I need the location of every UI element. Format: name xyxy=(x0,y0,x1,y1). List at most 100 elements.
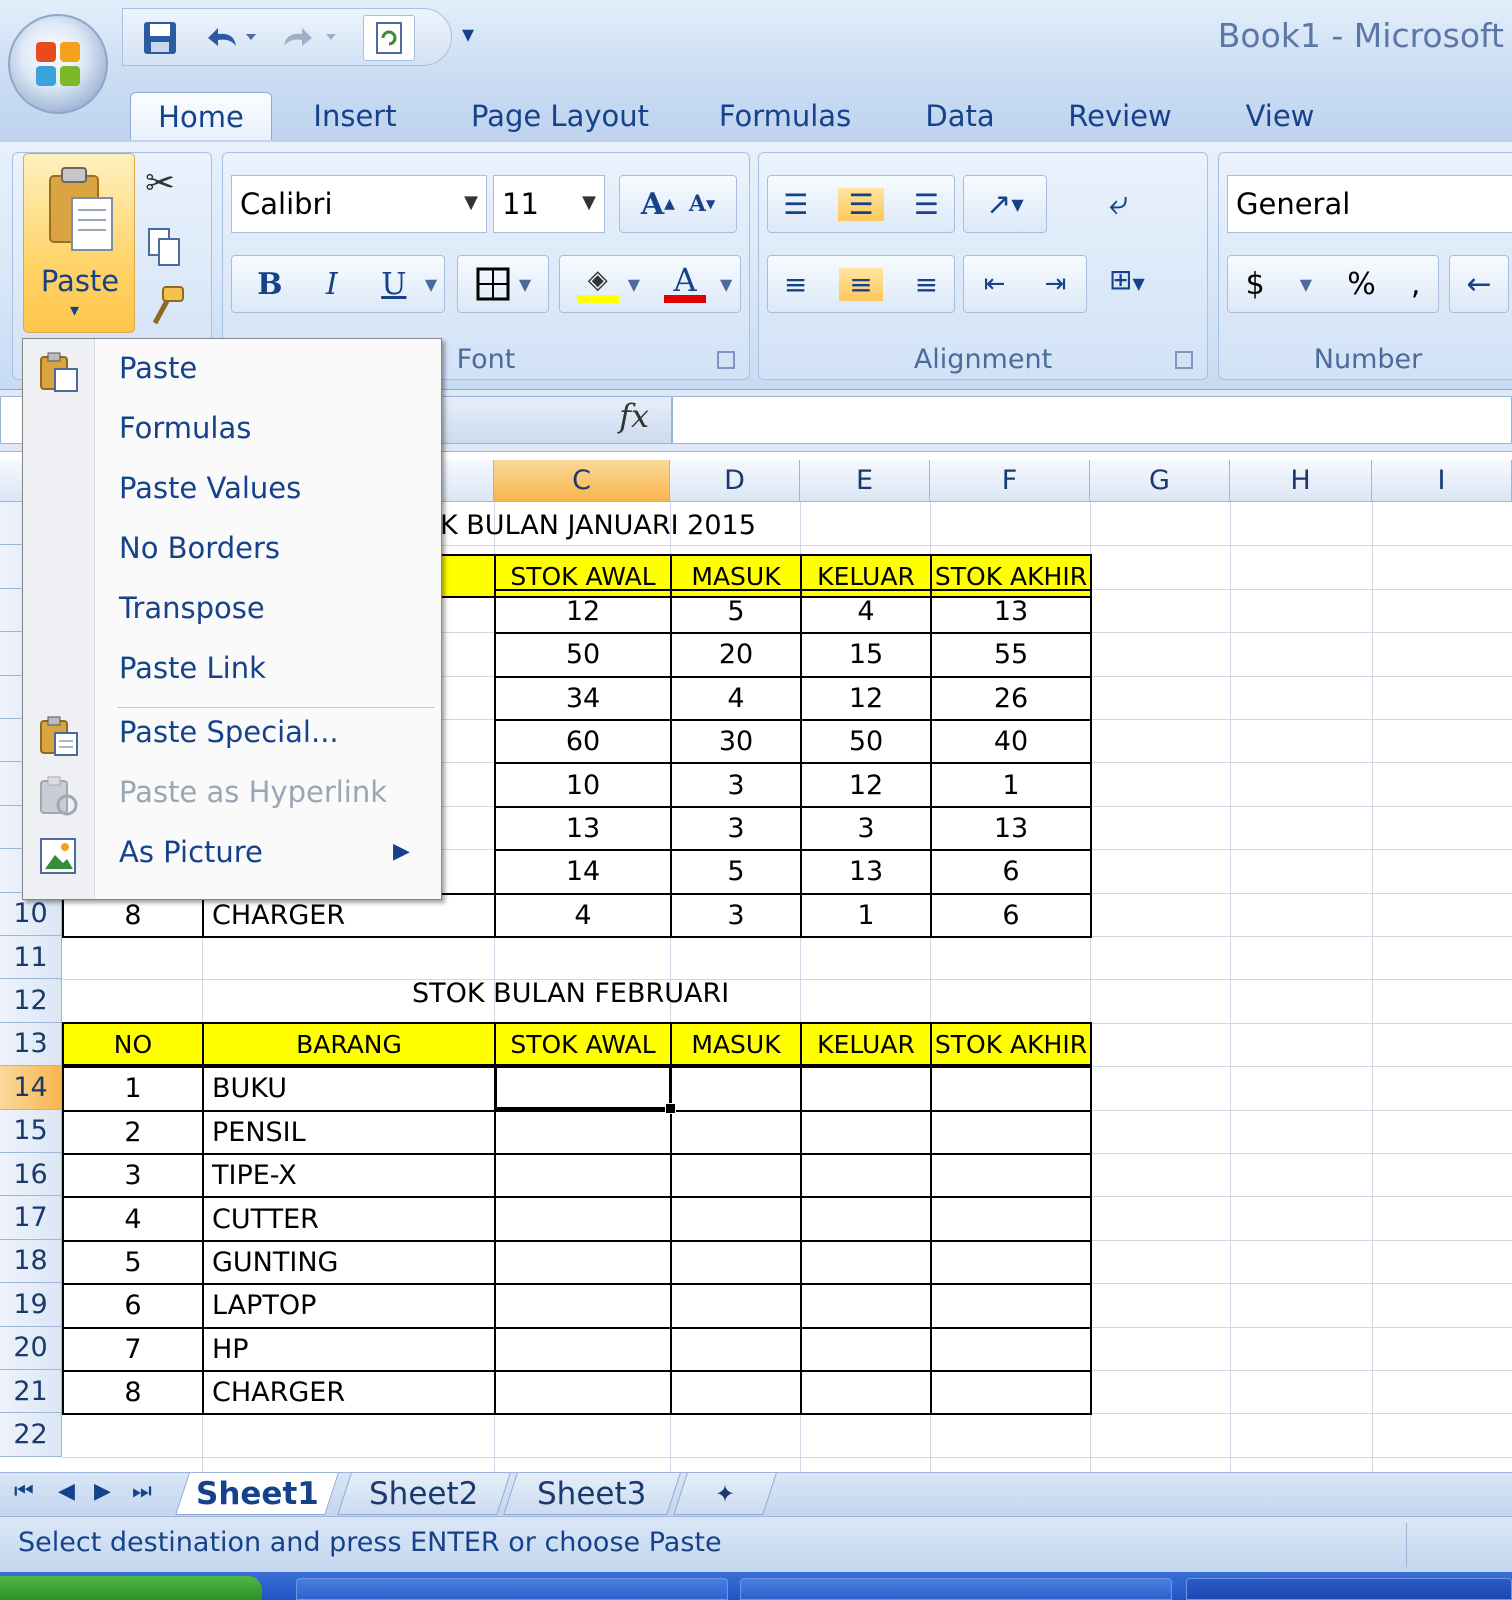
orientation-button[interactable]: ↗ ▼ xyxy=(963,175,1047,233)
last-sheet-icon[interactable]: ⏭ xyxy=(132,1479,152,1504)
paste-button[interactable]: Paste ▾ xyxy=(23,153,135,333)
table1-cell[interactable]: 15 xyxy=(800,632,932,678)
italic-button[interactable]: I xyxy=(301,267,363,302)
undo-icon[interactable] xyxy=(195,15,265,61)
sheet-tab-sheet2[interactable]: Sheet2 xyxy=(337,1473,511,1515)
taskbar-item[interactable] xyxy=(1186,1578,1512,1600)
font-size-combo[interactable]: 11 ▼ xyxy=(493,175,605,233)
refresh-icon[interactable] xyxy=(363,15,415,61)
comma-button[interactable]: , xyxy=(1411,267,1421,302)
table2-cell[interactable] xyxy=(670,1196,802,1242)
sheet-tab-sheet1[interactable]: Sheet1 xyxy=(175,1473,339,1515)
table2-cell[interactable] xyxy=(800,1153,932,1199)
row-header[interactable]: 12 xyxy=(0,979,62,1023)
tab-insert[interactable]: Insert xyxy=(300,92,410,140)
tab-data[interactable]: Data xyxy=(910,92,1010,140)
alignment-dialog-launcher-icon[interactable] xyxy=(1175,351,1193,369)
table2-cell[interactable] xyxy=(930,1153,1092,1199)
table1-cell[interactable]: 30 xyxy=(670,719,802,765)
column-header-h[interactable]: H xyxy=(1230,460,1372,502)
table1-cell[interactable]: 50 xyxy=(494,632,672,678)
table2-cell[interactable]: LAPTOP xyxy=(202,1283,496,1329)
row-header[interactable]: 16 xyxy=(0,1153,62,1197)
column-header-i[interactable]: I xyxy=(1372,460,1512,502)
table2-cell[interactable]: BUKU xyxy=(202,1066,496,1112)
customize-qat-icon[interactable]: ▾ xyxy=(462,20,474,48)
sheet-tab-sheet3[interactable]: Sheet3 xyxy=(503,1473,681,1515)
table1-cell[interactable]: 4 xyxy=(800,588,932,635)
table1-cell[interactable]: 5 xyxy=(670,588,802,635)
table2-cell[interactable] xyxy=(494,1370,672,1416)
table1-cell[interactable]: 3 xyxy=(670,762,802,808)
row-header[interactable]: 19 xyxy=(0,1283,62,1327)
table1-cell[interactable]: 13 xyxy=(800,849,932,895)
table2-cell[interactable] xyxy=(930,1283,1092,1329)
table2-cell[interactable]: GUNTING xyxy=(202,1239,496,1286)
row-header[interactable]: 11 xyxy=(0,936,62,980)
table2-cell[interactable] xyxy=(930,1326,1092,1372)
table1-cell[interactable]: 14 xyxy=(494,849,672,895)
table2-cell[interactable]: TIPE-X xyxy=(202,1153,496,1199)
table2-cell[interactable] xyxy=(800,1196,932,1242)
table1-cell[interactable]: 6 xyxy=(930,849,1092,895)
table2-cell[interactable]: HP xyxy=(202,1326,496,1372)
grow-shrink-font-buttons[interactable]: A ▲ A ▼ xyxy=(619,175,737,233)
row-header[interactable]: 13 xyxy=(0,1022,62,1067)
bold-button[interactable]: B xyxy=(239,267,301,302)
table2-cell[interactable] xyxy=(930,1370,1092,1416)
active-cell-selection[interactable] xyxy=(494,1064,676,1114)
table1-cell[interactable]: 12 xyxy=(800,762,932,808)
menu-item-paste-link[interactable]: Paste Link xyxy=(119,651,266,685)
table2-cell[interactable] xyxy=(670,1283,802,1329)
currency-button[interactable]: $ xyxy=(1246,267,1265,302)
prev-sheet-icon[interactable]: ◀ xyxy=(58,1479,75,1504)
column-header-d[interactable]: D xyxy=(670,460,800,502)
menu-item-no-borders[interactable]: No Borders xyxy=(119,531,280,565)
table2-cell[interactable]: CHARGER xyxy=(202,1370,496,1416)
column-header-f[interactable]: F xyxy=(930,460,1090,502)
table2-cell[interactable] xyxy=(930,1239,1092,1286)
redo-icon[interactable] xyxy=(273,15,347,61)
table1-cell[interactable]: 55 xyxy=(930,632,1092,678)
row-header[interactable]: 18 xyxy=(0,1239,62,1284)
table2-cell[interactable] xyxy=(670,1326,802,1372)
align-right-icon[interactable]: ≡ xyxy=(915,268,938,301)
font-dialog-launcher-icon[interactable] xyxy=(717,351,735,369)
row-header[interactable]: 17 xyxy=(0,1196,62,1240)
table1-cell[interactable]: 26 xyxy=(930,675,1092,721)
table1-cell[interactable]: 1 xyxy=(800,892,932,938)
tab-view[interactable]: View xyxy=(1230,92,1330,140)
menu-item-formulas[interactable]: Formulas xyxy=(119,411,251,445)
table1-cell[interactable]: 13 xyxy=(494,805,672,852)
table2-cell[interactable] xyxy=(670,1153,802,1199)
menu-item-paste[interactable]: Paste xyxy=(119,351,197,385)
table2-cell[interactable] xyxy=(670,1109,802,1155)
paste-dropdown-icon[interactable]: ▾ xyxy=(70,300,79,321)
table2-cell[interactable] xyxy=(494,1196,672,1242)
tab-formulas[interactable]: Formulas xyxy=(710,92,860,140)
table2-cell[interactable] xyxy=(494,1283,672,1329)
font-color-button[interactable]: A xyxy=(650,264,720,303)
table2-cell[interactable] xyxy=(800,1066,932,1112)
table2-cell[interactable] xyxy=(494,1153,672,1199)
font-name-combo[interactable]: Calibri ▼ xyxy=(231,175,487,233)
cut-icon[interactable]: ✂ xyxy=(145,163,175,204)
underline-button[interactable]: U xyxy=(363,267,425,302)
copy-icon[interactable] xyxy=(145,225,185,269)
column-header-e[interactable]: E xyxy=(800,460,930,502)
chevron-down-icon[interactable]: ▼ xyxy=(425,275,437,294)
percent-button[interactable]: % xyxy=(1347,267,1376,302)
shrink-font-icon[interactable]: A xyxy=(689,191,706,217)
table2-cell[interactable] xyxy=(930,1066,1092,1112)
table1-cell[interactable]: 6 xyxy=(930,892,1092,938)
table1-cell[interactable]: 34 xyxy=(494,675,672,721)
table1-cell[interactable]: 4 xyxy=(670,675,802,721)
table2-cell[interactable]: 3 xyxy=(62,1153,204,1199)
row-header[interactable]: 15 xyxy=(0,1109,62,1153)
table1-cell[interactable]: 20 xyxy=(670,632,802,678)
save-icon[interactable] xyxy=(137,15,183,61)
table1-cell[interactable]: 13 xyxy=(930,588,1092,635)
chevron-down-icon[interactable]: ▼ xyxy=(628,275,640,294)
menu-item-paste-special[interactable]: Paste Special... xyxy=(119,715,339,749)
table2-cell[interactable] xyxy=(800,1326,932,1372)
